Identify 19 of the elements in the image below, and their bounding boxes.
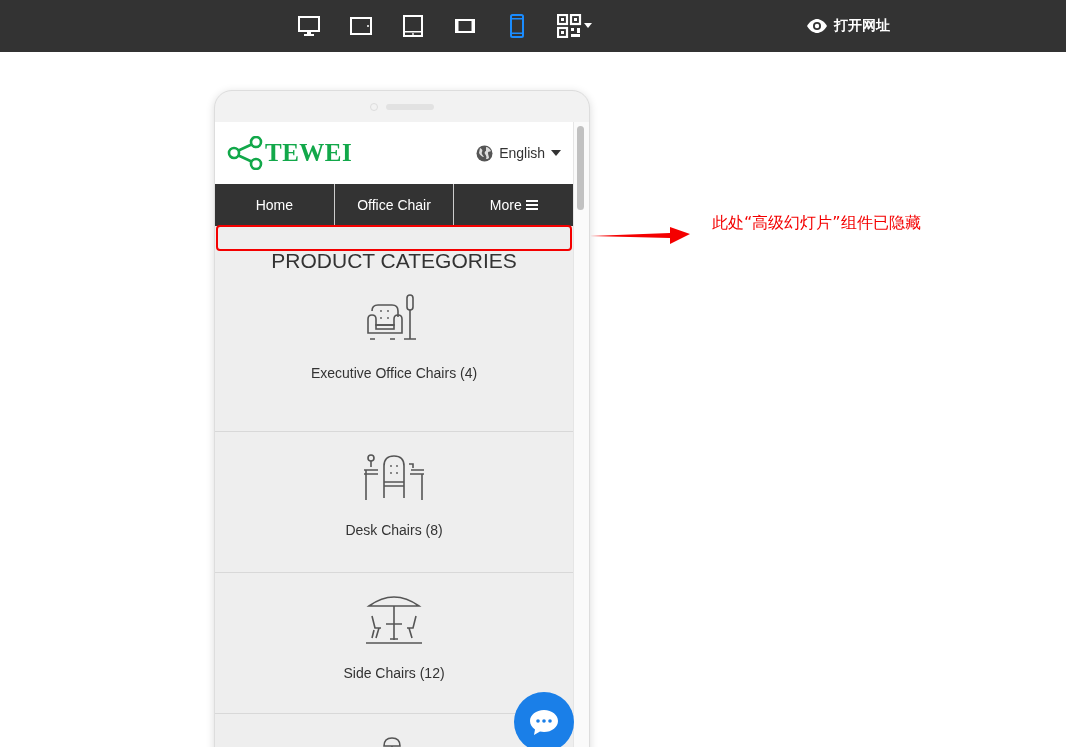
chat-bubble-icon [528,708,560,736]
scrollbar-thumb[interactable] [577,126,585,210]
nav-link[interactable]: Home [215,184,334,226]
language-selector[interactable]: English [476,144,562,162]
desktop-icon [297,14,321,38]
patio-table-icon [364,593,424,645]
caret-icon [551,150,562,156]
share-nodes-icon [227,136,263,170]
annotation-text: 此处“高级幻灯片”组件已隐藏 [712,213,921,234]
desk-chair-icon [362,452,426,502]
menu-icon [525,200,538,210]
nav-link[interactable]: Office Chair [333,184,454,226]
tablet-icon [401,14,425,38]
qr-code-icon [557,14,593,38]
tablet-landscape-icon [349,14,373,38]
globe-icon [476,144,494,162]
section-title: PRODUCT CATEGORIES [270,251,518,271]
eye-icon [806,19,828,33]
open-url-button[interactable]: 打开网址 [806,17,890,35]
